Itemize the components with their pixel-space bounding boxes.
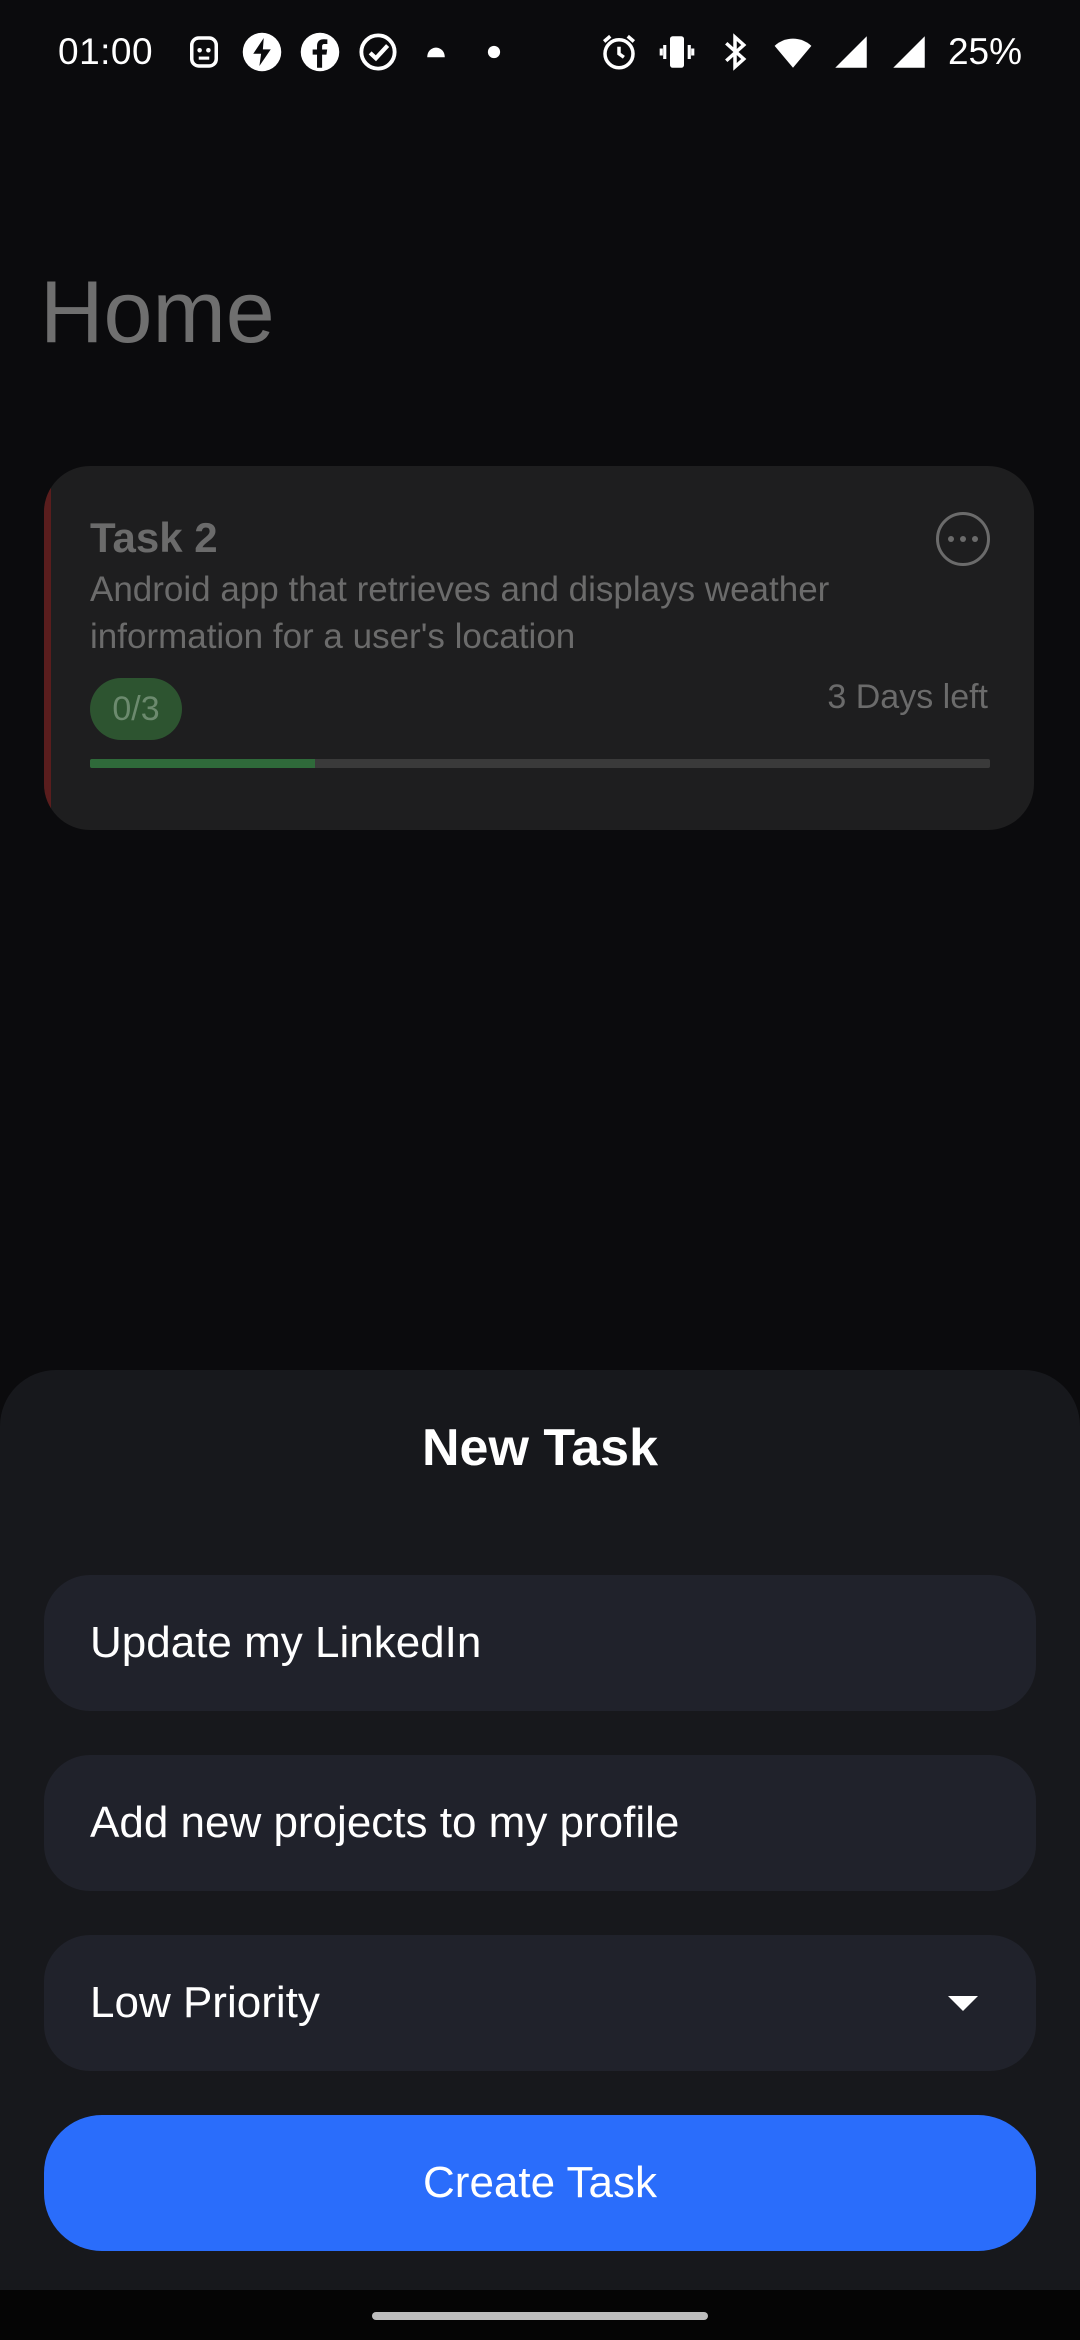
cloud-icon	[415, 31, 457, 73]
status-time: 01:00	[58, 31, 154, 72]
task-description-input-value: Add new projects to my profile	[90, 1798, 680, 1847]
progress-bar-fill	[90, 759, 315, 768]
navigation-bar	[0, 2290, 1080, 2340]
task-title-input[interactable]: Update my LinkedIn	[44, 1575, 1036, 1711]
battery-level: 25%	[947, 31, 1022, 72]
more-dot	[960, 536, 966, 542]
bluetooth-icon	[714, 31, 756, 73]
wifi-icon	[772, 31, 814, 73]
days-left: 3 Days left	[827, 678, 988, 716]
priority-selected: Low Priority	[90, 1978, 320, 2027]
task-title: Task 2	[90, 514, 218, 561]
page-title: Home	[40, 262, 275, 361]
power-icon	[241, 31, 283, 73]
priority-stripe	[44, 466, 51, 830]
new-task-sheet: New Task Update my LinkedIn Add new proj…	[0, 1370, 1080, 2290]
robot-icon	[183, 31, 225, 73]
priority-dropdown[interactable]: Low Priority	[44, 1935, 1036, 2071]
create-task-button[interactable]: Create Task	[44, 2115, 1036, 2251]
status-right: 25%	[590, 31, 1022, 73]
signal-icon	[830, 31, 872, 73]
status-left: 01:00	[58, 31, 523, 73]
more-dot	[972, 536, 978, 542]
dropdown-arrow-icon	[948, 1995, 978, 2011]
dot-icon	[473, 31, 515, 73]
signal-icon	[888, 31, 930, 73]
vibrate-icon	[656, 31, 698, 73]
home-indicator[interactable]	[372, 2312, 708, 2320]
sheet-title: New Task	[421, 1419, 659, 1477]
task-title-input-value: Update my LinkedIn	[90, 1618, 482, 1667]
facebook-icon	[299, 31, 341, 73]
more-dot	[948, 536, 954, 542]
task-description: Android app that retrieves and displays …	[90, 570, 830, 656]
task-card[interactable]: Task 2 Android app that retrieves and di…	[44, 466, 1034, 830]
progress-bar	[90, 759, 990, 768]
alarm-icon	[598, 31, 640, 73]
more-options-icon[interactable]	[936, 512, 990, 566]
status-bar: 01:00 25%	[0, 0, 1080, 104]
check-circle-icon	[357, 31, 399, 73]
progress-badge: 0/3	[90, 678, 182, 740]
task-description-input[interactable]: Add new projects to my profile	[44, 1755, 1036, 1891]
